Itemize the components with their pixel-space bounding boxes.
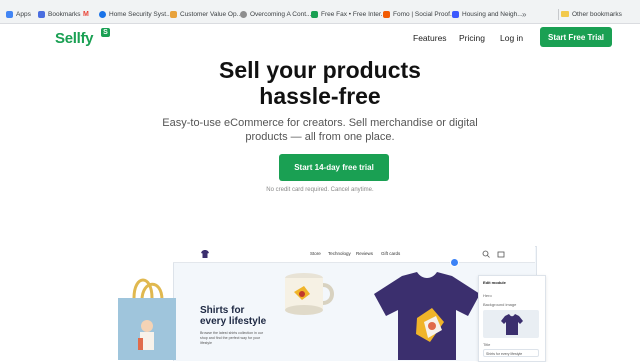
apps-icon xyxy=(6,10,13,18)
edit-panel-section: Hero xyxy=(483,293,492,298)
preview-nav-gift-cards: Gift cards xyxy=(381,251,401,256)
nav-link-features[interactable]: Features xyxy=(413,33,447,43)
site-icon xyxy=(311,10,318,18)
start-free-trial-button[interactable]: Start Free Trial xyxy=(540,27,612,47)
bookmark-divider xyxy=(558,9,559,20)
chevron-right-icon: » xyxy=(522,9,527,19)
preview-nav-bar xyxy=(173,246,535,263)
site-icon xyxy=(170,10,177,18)
tote-bag-illustration xyxy=(118,278,176,360)
bookmark-housing[interactable]: Housing and Neigh... xyxy=(452,8,523,20)
nav-link-pricing[interactable]: Pricing xyxy=(459,33,485,43)
preview-cart-icon xyxy=(497,251,505,258)
preview-headline-line2: every lifestyle xyxy=(200,316,267,327)
bookmark-home-security[interactable]: Home Security Syst... xyxy=(99,8,172,20)
site-icon xyxy=(240,10,247,18)
hero-note: No credit card required. Cancel anytime. xyxy=(266,187,374,193)
star-icon xyxy=(38,10,45,18)
bookmark-gmail[interactable]: M xyxy=(83,8,89,20)
bookmark-label: Customer Value Op... xyxy=(180,10,243,18)
edit-panel-bg-label: Background image xyxy=(483,302,517,307)
edit-panel-title: Edit module xyxy=(483,280,506,285)
shirt-thumb-icon xyxy=(501,314,523,335)
logo-badge: S xyxy=(101,28,110,37)
preview-nav-reviews: Reviews xyxy=(356,251,374,256)
preview-body-text: Browse the latest shirts collection in o… xyxy=(200,331,264,345)
mug-illustration xyxy=(285,273,334,315)
preview-nav-technology: Technology xyxy=(328,251,351,256)
bookmark-apps[interactable]: Apps xyxy=(6,8,31,20)
bookmark-label: Fomo | Social Proof... xyxy=(393,10,456,18)
bookmark-overcoming[interactable]: Overcoming A Cont... xyxy=(240,8,311,20)
preview-shirt-logo-icon xyxy=(201,250,209,258)
preview-headline: Shirts for every lifestyle xyxy=(200,305,266,327)
site-icon xyxy=(452,10,459,18)
bookmark-label: Bookmarks xyxy=(48,10,81,18)
hero-subtitle-line1: Easy-to-use eCommerce for creators. Sell… xyxy=(162,117,478,129)
edit-panel-title-input[interactable]: Shirts for every lifestyle xyxy=(483,349,539,357)
bookmark-customer-value[interactable]: Customer Value Op... xyxy=(170,8,242,20)
bookmark-other-folder[interactable]: Other bookmarks xyxy=(561,8,622,20)
bookmark-label: Overcoming A Cont... xyxy=(250,10,312,18)
bookmark-label: Other bookmarks xyxy=(572,10,622,18)
folder-icon xyxy=(561,11,569,17)
preview-nav-store: Store xyxy=(310,251,321,256)
site-icon xyxy=(383,10,390,18)
bookmark-label: Apps xyxy=(16,10,31,18)
edit-panel-image-thumb[interactable] xyxy=(483,310,539,338)
selection-handle[interactable] xyxy=(450,258,459,267)
hero-title-line1: Sell your products xyxy=(219,57,421,83)
hero-title-line2: hassle-free xyxy=(259,83,381,109)
bookmark-free-fax[interactable]: Free Fax • Free Inter... xyxy=(311,8,386,20)
bookmark-label: Home Security Syst... xyxy=(109,10,172,18)
gmail-icon: M xyxy=(83,10,89,18)
bookmark-fomo[interactable]: Fomo | Social Proof... xyxy=(383,8,455,20)
globe-icon xyxy=(99,10,106,18)
hero-subtitle-line2: products — all from one place. xyxy=(245,131,395,143)
bookmark-bookmarks[interactable]: Bookmarks xyxy=(38,8,81,20)
preview-headline-line1: Shirts for xyxy=(200,305,245,316)
edit-panel-title-label: Title xyxy=(483,342,491,347)
preview-search-icon xyxy=(482,250,490,258)
tshirt-illustration xyxy=(374,272,480,360)
start-14-day-trial-button[interactable]: Start 14-day free trial xyxy=(279,154,389,181)
nav-link-login[interactable]: Log in xyxy=(500,33,523,43)
bookmarks-overflow-button[interactable]: » xyxy=(522,8,526,20)
bookmark-label: Housing and Neigh... xyxy=(462,10,523,18)
bookmark-label: Free Fax • Free Inter... xyxy=(321,10,387,18)
sellfy-logo[interactable]: Sellfy xyxy=(55,30,94,47)
